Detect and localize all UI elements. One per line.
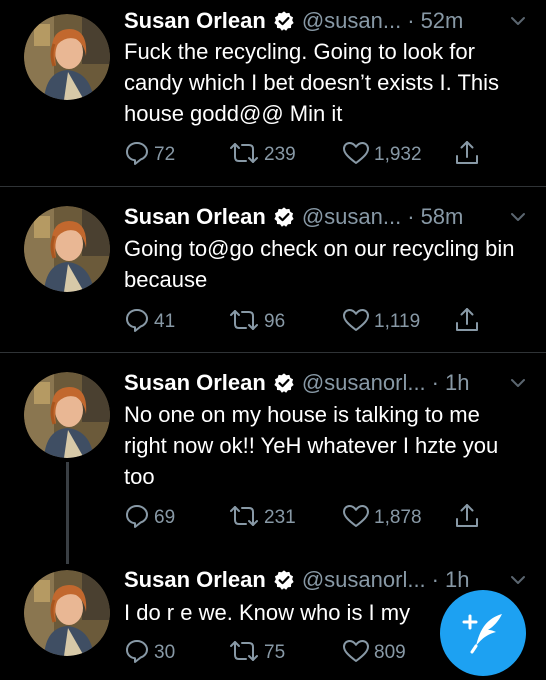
- tweet-text: I do r e we. Know who is I my: [124, 600, 411, 625]
- like-button[interactable]: 809: [342, 638, 406, 668]
- avatar[interactable]: [24, 570, 110, 656]
- tweet-actions: 69 231 1,878: [124, 503, 504, 533]
- tweet-header: Susan Orlean @susan... · 52m: [124, 4, 528, 38]
- compose-tweet-icon: [458, 608, 508, 659]
- tweet-text: Going to@go check on our recycling bin b…: [124, 236, 515, 292]
- separator-dot: ·: [431, 567, 439, 592]
- like-button[interactable]: 1,119: [342, 307, 420, 337]
- share-icon: [454, 502, 480, 535]
- reply-icon: [124, 503, 150, 534]
- heart-icon: [342, 503, 370, 534]
- share-button[interactable]: [454, 307, 480, 337]
- retweet-icon: [228, 503, 260, 534]
- retweet-button[interactable]: 231: [228, 503, 296, 533]
- author-name[interactable]: Susan Orlean: [124, 370, 266, 396]
- chevron-down-icon[interactable]: [508, 207, 528, 227]
- separator-dot: ·: [431, 370, 439, 395]
- retweet-icon: [228, 307, 260, 338]
- verified-badge-icon: [273, 569, 295, 591]
- reply-count: 30: [154, 642, 176, 663]
- heart-icon: [342, 140, 370, 171]
- retweet-button[interactable]: 239: [228, 140, 296, 170]
- chevron-down-icon[interactable]: [508, 570, 528, 590]
- retweet-icon: [228, 140, 260, 171]
- reply-count: 69: [154, 507, 176, 528]
- tweet-actions: 72 239 1,932: [124, 140, 504, 170]
- like-count: 1,119: [374, 311, 421, 332]
- reply-icon: [124, 140, 150, 171]
- reply-icon: [124, 307, 150, 338]
- like-button[interactable]: 1,878: [342, 503, 422, 533]
- retweet-button[interactable]: 75: [228, 638, 285, 668]
- reply-button[interactable]: 30: [124, 638, 175, 668]
- author-handle[interactable]: @susan...: [302, 8, 401, 34]
- author-name[interactable]: Susan Orlean: [124, 8, 266, 34]
- avatar[interactable]: [24, 14, 110, 100]
- retweet-icon: [228, 638, 260, 669]
- timestamp[interactable]: 58m: [421, 204, 464, 230]
- timestamp[interactable]: 52m: [421, 8, 464, 34]
- chevron-down-icon[interactable]: [508, 373, 528, 393]
- like-count: 809: [374, 642, 406, 663]
- chevron-down-icon[interactable]: [508, 11, 528, 31]
- reply-count: 41: [154, 311, 176, 332]
- thread-connector-line: [66, 462, 69, 564]
- tweet-text: Fuck the recycling. Going to look for ca…: [124, 39, 499, 126]
- share-icon: [454, 139, 480, 172]
- author-name[interactable]: Susan Orlean: [124, 204, 266, 230]
- verified-badge-icon: [273, 372, 295, 394]
- reply-button[interactable]: 41: [124, 307, 175, 337]
- like-count: 1,878: [374, 507, 422, 528]
- divider: [0, 186, 546, 187]
- retweet-count: 75: [264, 642, 286, 663]
- tweet-actions: 41 96 1,119: [124, 307, 504, 337]
- share-button[interactable]: [454, 503, 480, 533]
- tweet-header: Susan Orlean @susanorl... · 1h: [124, 366, 528, 400]
- tweet-text: No one on my house is talking to me righ…: [124, 402, 499, 489]
- retweet-count: 231: [264, 507, 296, 528]
- heart-icon: [342, 307, 370, 338]
- reply-button[interactable]: 72: [124, 140, 175, 170]
- like-count: 1,932: [374, 144, 422, 165]
- separator-dot: ·: [407, 204, 415, 229]
- avatar[interactable]: [24, 372, 110, 458]
- author-name[interactable]: Susan Orlean: [124, 567, 266, 593]
- timestamp[interactable]: 1h: [445, 370, 469, 396]
- share-button[interactable]: [454, 140, 480, 170]
- reply-icon: [124, 638, 150, 669]
- verified-badge-icon: [273, 206, 295, 228]
- like-button[interactable]: 1,932: [342, 140, 422, 170]
- author-handle[interactable]: @susanorl...: [302, 567, 426, 593]
- timestamp[interactable]: 1h: [445, 567, 469, 593]
- reply-button[interactable]: 69: [124, 503, 175, 533]
- compose-tweet-button[interactable]: [440, 590, 526, 676]
- author-handle[interactable]: @susanorl...: [302, 370, 426, 396]
- retweet-count: 96: [264, 311, 286, 332]
- author-handle[interactable]: @susan...: [302, 204, 401, 230]
- reply-count: 72: [154, 144, 176, 165]
- retweet-button[interactable]: 96: [228, 307, 285, 337]
- heart-icon: [342, 638, 370, 669]
- verified-badge-icon: [273, 10, 295, 32]
- divider: [0, 352, 546, 353]
- tweet-header: Susan Orlean @susan... · 58m: [124, 200, 528, 234]
- avatar[interactable]: [24, 206, 110, 292]
- separator-dot: ·: [407, 8, 415, 33]
- retweet-count: 239: [264, 144, 296, 165]
- share-icon: [454, 306, 480, 339]
